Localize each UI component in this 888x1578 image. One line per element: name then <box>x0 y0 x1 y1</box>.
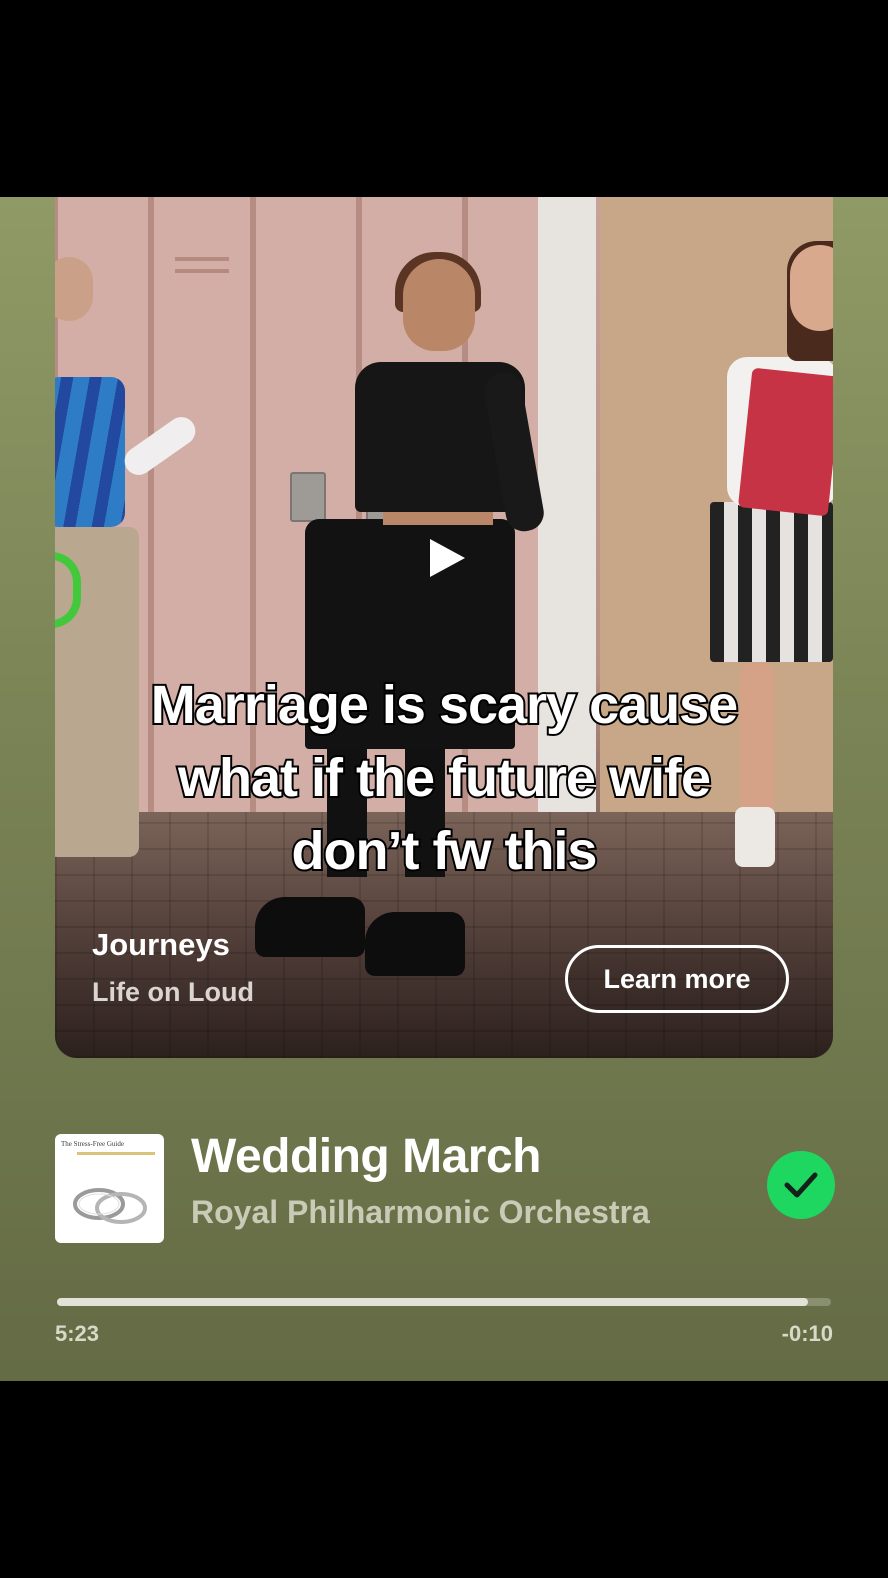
play-icon[interactable] <box>427 537 467 579</box>
album-art-text: The Stress-Free Guide <box>61 1140 124 1148</box>
time-elapsed: 5:23 <box>55 1321 100 1346</box>
person-left-head <box>55 257 93 321</box>
ad-brand-tagline: Life on Loud <box>92 977 254 1007</box>
track-artist[interactable]: Royal Philharmonic Orchestra <box>191 1194 650 1231</box>
checkmark-icon <box>784 1172 818 1198</box>
person-right-binder <box>737 367 833 517</box>
person-center-boot <box>365 912 465 976</box>
top-letterbox <box>0 0 888 197</box>
learn-more-button[interactable]: Learn more <box>565 945 789 1013</box>
liked-checkmark-icon[interactable] <box>767 1151 835 1219</box>
person-right-head <box>790 245 833 331</box>
caption-line: what if the future wife <box>176 746 713 810</box>
caption-line: don’t fw this <box>290 819 600 883</box>
video-ad-card[interactable]: Marriage is scary cause what if the futu… <box>55 197 833 1058</box>
person-center-boot <box>255 897 365 957</box>
now-playing-view: Marriage is scary cause what if the futu… <box>0 197 888 1381</box>
bottom-letterbox <box>0 1381 888 1578</box>
track-title[interactable]: Wedding March <box>191 1129 541 1184</box>
time-remaining: -0:10 <box>781 1321 833 1346</box>
playback-progress-bar[interactable] <box>57 1298 831 1306</box>
video-caption: Marriage is scary cause what if the futu… <box>55 669 833 888</box>
person-center-head <box>403 259 475 351</box>
person-right-skirt <box>710 502 833 662</box>
wedding-rings-icon <box>73 1188 147 1224</box>
album-art[interactable]: The Stress-Free Guide <box>55 1134 164 1243</box>
person-left-shirt <box>55 377 125 527</box>
caption-line: Marriage is scary cause <box>149 673 740 737</box>
ad-brand-name[interactable]: Journeys <box>92 927 230 963</box>
album-art-subtitle-bar <box>77 1152 155 1155</box>
progress-fill <box>57 1298 808 1306</box>
